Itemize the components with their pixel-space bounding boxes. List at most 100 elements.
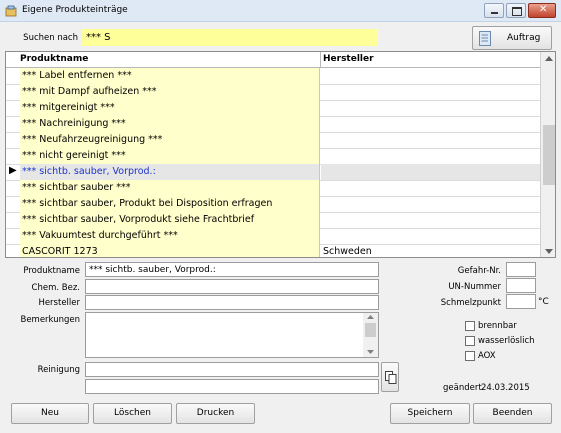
chem-bez-field[interactable]: [85, 279, 379, 294]
close-button[interactable]: ✕: [528, 3, 556, 18]
cell-hersteller[interactable]: [321, 132, 540, 148]
maximize-button[interactable]: [506, 3, 526, 18]
order-button[interactable]: Auftrag: [472, 26, 552, 50]
bemerkungen-scrollbar[interactable]: [363, 313, 378, 357]
schmelzpunkt-field[interactable]: [506, 294, 536, 309]
table-row[interactable]: *** nicht gereinigt ***: [6, 148, 540, 165]
title-bar[interactable]: Eigene Produkteinträge ✕: [0, 0, 561, 22]
aox-checkbox[interactable]: [465, 351, 475, 361]
scrollbar-thumb[interactable]: [365, 323, 376, 337]
cell-hersteller[interactable]: [321, 196, 540, 212]
cell-hersteller[interactable]: [321, 212, 540, 228]
row-indicator[interactable]: [6, 116, 20, 132]
cell-produktname[interactable]: *** sichtbar sauber ***: [20, 180, 320, 196]
wasserloeslich-checkbox[interactable]: [465, 336, 475, 346]
celsius-unit: °C: [538, 297, 549, 307]
cell-produktname[interactable]: *** sichtbar sauber, Produkt bei Disposi…: [20, 196, 320, 212]
table-row[interactable]: *** Label entfernen ***: [6, 68, 540, 85]
table-row[interactable]: *** Nachreinigung ***: [6, 116, 540, 133]
cell-hersteller[interactable]: [321, 116, 540, 132]
cell-hersteller[interactable]: Schweden: [321, 244, 540, 257]
table-row[interactable]: *** sichtbar sauber, Vorprodukt siehe Fr…: [6, 212, 540, 229]
print-button[interactable]: Drucken: [176, 403, 255, 424]
cell-hersteller[interactable]: [321, 100, 540, 116]
cell-hersteller[interactable]: [321, 84, 540, 100]
table-row[interactable]: *** sichtbar sauber, Produkt bei Disposi…: [6, 196, 540, 213]
window-title: Eigene Produkteinträge: [22, 5, 128, 15]
minimize-icon: [491, 12, 498, 14]
cell-produktname[interactable]: *** mit Dampf aufheizen ***: [20, 84, 320, 100]
column-header-hersteller[interactable]: Hersteller: [323, 54, 374, 64]
cell-produktname[interactable]: CASCORIT 1273: [20, 244, 320, 257]
close-icon: ✕: [539, 4, 548, 15]
brennbar-checkbox[interactable]: [465, 321, 475, 331]
selected-row-arrow-icon: ▶: [9, 165, 17, 176]
row-indicator[interactable]: [6, 180, 20, 196]
cell-hersteller[interactable]: [321, 68, 540, 84]
cell-produktname[interactable]: *** Vakuumtest durchgeführt ***: [20, 228, 320, 244]
row-indicator[interactable]: [6, 148, 20, 164]
search-input[interactable]: *** S: [82, 29, 378, 46]
cell-produktname[interactable]: *** sichtb. sauber, Vorprod.:: [20, 164, 320, 180]
row-indicator[interactable]: [6, 212, 20, 228]
scroll-down-icon[interactable]: [367, 350, 374, 354]
table-row[interactable]: *** mit Dampf aufheizen ***: [6, 84, 540, 101]
cell-hersteller[interactable]: [321, 180, 540, 196]
bemerkungen-textarea[interactable]: [85, 312, 379, 358]
geaendert-label: geändert: [443, 383, 482, 393]
row-indicator[interactable]: [6, 244, 20, 257]
row-indicator[interactable]: [6, 196, 20, 212]
table-row[interactable]: *** Vakuumtest durchgeführt ***: [6, 228, 540, 245]
cell-produktname[interactable]: *** sichtbar sauber, Vorprodukt siehe Fr…: [20, 212, 320, 228]
copy-icon: [385, 371, 397, 384]
cell-produktname[interactable]: *** Label entfernen ***: [20, 68, 320, 84]
produktname-field[interactable]: *** sichtb. sauber, Vorprod.:: [85, 262, 379, 277]
un-nummer-field[interactable]: [506, 278, 536, 293]
maximize-icon: [512, 7, 522, 16]
row-indicator[interactable]: [6, 100, 20, 116]
grid-header: Produktname Hersteller: [6, 52, 540, 68]
produktname-label: Produktname: [23, 266, 80, 276]
table-row[interactable]: ▶ *** sichtb. sauber, Vorprod.:: [6, 164, 540, 181]
table-row[interactable]: *** Neufahrzeugreinigung ***: [6, 132, 540, 149]
minimize-button[interactable]: [484, 3, 504, 18]
quit-button[interactable]: Beenden: [473, 403, 552, 424]
new-button[interactable]: Neu: [11, 403, 89, 424]
scrollbar-thumb[interactable]: [543, 125, 555, 185]
hersteller-label: Hersteller: [38, 298, 80, 308]
scroll-down-icon[interactable]: [545, 249, 553, 254]
product-grid[interactable]: Produktname Hersteller *** Label entfern…: [5, 51, 556, 258]
delete-button[interactable]: Löschen: [93, 403, 172, 424]
reinigung-field-1[interactable]: [85, 362, 379, 377]
cell-hersteller[interactable]: [321, 148, 540, 164]
bemerkungen-label: Bemerkungen: [20, 315, 80, 325]
copy-button[interactable]: [381, 362, 399, 392]
scroll-up-icon[interactable]: [367, 315, 374, 319]
scroll-up-icon[interactable]: [545, 56, 553, 61]
cell-produktname[interactable]: *** mitgereinigt ***: [20, 100, 320, 116]
table-row[interactable]: CASCORIT 1273 Schweden: [6, 244, 540, 257]
row-indicator[interactable]: [6, 84, 20, 100]
row-indicator[interactable]: [6, 68, 20, 84]
row-indicator[interactable]: [6, 132, 20, 148]
wasserloeslich-label: wasserlöslich: [478, 336, 535, 346]
table-row[interactable]: *** mitgereinigt ***: [6, 100, 540, 117]
table-row[interactable]: *** sichtbar sauber ***: [6, 180, 540, 197]
row-indicator[interactable]: [6, 228, 20, 244]
cell-produktname[interactable]: *** Neufahrzeugreinigung ***: [20, 132, 320, 148]
row-indicator[interactable]: ▶: [6, 164, 20, 180]
column-header-produktname[interactable]: Produktname: [20, 54, 88, 64]
brennbar-label: brennbar: [478, 321, 517, 331]
cell-hersteller[interactable]: [321, 164, 540, 180]
gefahr-nr-label: Gefahr-Nr.: [457, 266, 501, 276]
gefahr-nr-field[interactable]: [506, 262, 536, 277]
cell-produktname[interactable]: *** nicht gereinigt ***: [20, 148, 320, 164]
reinigung-field-2[interactable]: [85, 379, 379, 394]
hersteller-field[interactable]: [85, 295, 379, 310]
cell-hersteller[interactable]: [321, 228, 540, 244]
search-label: Suchen nach: [23, 33, 78, 43]
cell-produktname[interactable]: *** Nachreinigung ***: [20, 116, 320, 132]
schmelzpunkt-label: Schmelzpunkt: [440, 298, 501, 308]
save-button[interactable]: Speichern: [390, 403, 470, 424]
vertical-scrollbar[interactable]: [540, 52, 555, 257]
